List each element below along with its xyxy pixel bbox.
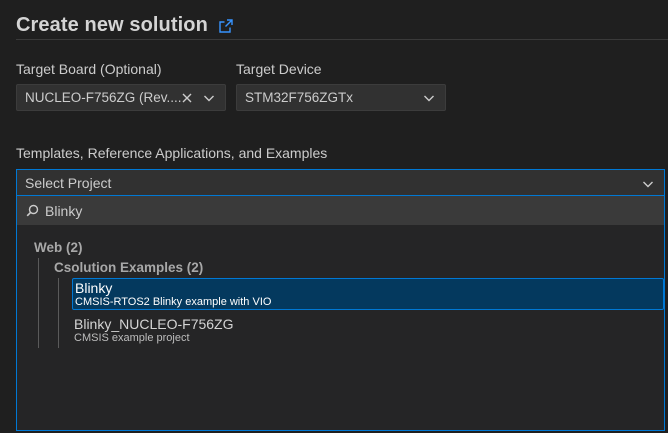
search-icon [26, 204, 39, 217]
item-description: CMSIS-RTOS2 Blinky example with VIO [75, 296, 272, 308]
external-link-icon[interactable] [218, 18, 234, 34]
tree-guide [38, 258, 39, 348]
select-project-dropdown[interactable]: Select Project [16, 169, 665, 196]
title-divider [16, 39, 668, 40]
target-device-dropdown[interactable]: STM32F756ZGTx [236, 84, 446, 111]
chevron-down-icon[interactable] [203, 92, 215, 104]
item-description: CMSIS example project [74, 332, 190, 344]
chevron-down-icon[interactable] [423, 92, 435, 104]
select-project-value: Select Project [25, 174, 112, 191]
templates-label: Templates, Reference Applications, and E… [16, 145, 328, 161]
target-device-value: STM32F756ZGTx [245, 90, 354, 105]
list-item-blinky-nucleo[interactable]: Blinky_NUCLEO-F756ZG CMSIS example proje… [72, 315, 664, 347]
page-title: Create new solution [16, 14, 208, 36]
group-web[interactable]: Web (2) [34, 240, 83, 255]
target-board-value: NUCLEO-F756ZG (Rev.... [25, 90, 181, 105]
project-picker: Blinky Web (2) Csolution Examples (2) Bl… [16, 196, 665, 431]
subgroup-csolution-examples[interactable]: Csolution Examples (2) [54, 260, 203, 275]
chevron-down-icon[interactable] [642, 177, 654, 189]
item-name: Blinky [75, 280, 113, 296]
header: Create new solution [16, 14, 234, 37]
target-board-label: Target Board (Optional) [16, 61, 162, 77]
tree-guide [58, 278, 59, 348]
item-name: Blinky_NUCLEO-F756ZG [74, 316, 234, 332]
target-device-label: Target Device [236, 61, 322, 77]
search-value: Blinky [45, 202, 83, 219]
close-icon[interactable] [181, 92, 193, 104]
target-board-dropdown[interactable]: NUCLEO-F756ZG (Rev.... [16, 84, 226, 111]
search-input[interactable]: Blinky [17, 196, 664, 225]
list-item-blinky[interactable]: Blinky CMSIS-RTOS2 Blinky example with V… [72, 278, 664, 310]
